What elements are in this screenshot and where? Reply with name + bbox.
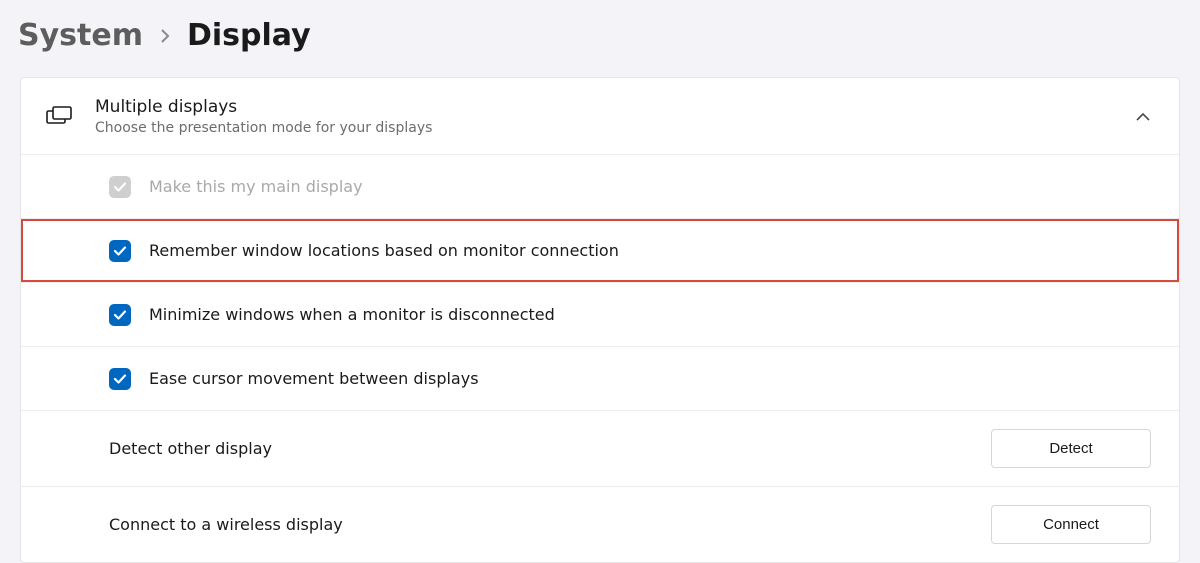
row-wireless-display: Connect to a wireless display Connect bbox=[21, 487, 1179, 562]
row-remember-locations[interactable]: Remember window locations based on monit… bbox=[21, 219, 1179, 283]
label-main-display: Make this my main display bbox=[149, 177, 1151, 196]
chevron-up-icon bbox=[1135, 107, 1151, 126]
row-main-display: Make this my main display bbox=[21, 155, 1179, 219]
displays-icon bbox=[45, 102, 73, 130]
checkbox-main-display bbox=[109, 176, 131, 198]
row-detect-display: Detect other display Detect bbox=[21, 411, 1179, 487]
section-subtitle: Choose the presentation mode for your di… bbox=[95, 120, 1113, 136]
label-detect-display: Detect other display bbox=[109, 439, 973, 458]
connect-button[interactable]: Connect bbox=[991, 505, 1151, 544]
row-ease-cursor[interactable]: Ease cursor movement between displays bbox=[21, 347, 1179, 411]
label-wireless-display: Connect to a wireless display bbox=[109, 515, 973, 534]
breadcrumb: System Display bbox=[0, 0, 1200, 77]
breadcrumb-parent[interactable]: System bbox=[18, 18, 143, 53]
label-ease-cursor: Ease cursor movement between displays bbox=[149, 369, 1151, 388]
label-minimize-disconnect: Minimize windows when a monitor is disco… bbox=[149, 305, 1151, 324]
checkbox-ease-cursor[interactable] bbox=[109, 368, 131, 390]
row-minimize-disconnect[interactable]: Minimize windows when a monitor is disco… bbox=[21, 283, 1179, 347]
label-remember-locations: Remember window locations based on monit… bbox=[149, 241, 1151, 260]
section-titles: Multiple displays Choose the presentatio… bbox=[95, 96, 1113, 136]
detect-button[interactable]: Detect bbox=[991, 429, 1151, 468]
section-title: Multiple displays bbox=[95, 96, 1113, 118]
checkbox-minimize-disconnect[interactable] bbox=[109, 304, 131, 326]
checkbox-remember-locations[interactable] bbox=[109, 240, 131, 262]
multiple-displays-header[interactable]: Multiple displays Choose the presentatio… bbox=[21, 78, 1179, 155]
multiple-displays-panel: Multiple displays Choose the presentatio… bbox=[20, 77, 1180, 563]
chevron-right-icon bbox=[159, 24, 171, 48]
breadcrumb-current: Display bbox=[187, 18, 311, 53]
